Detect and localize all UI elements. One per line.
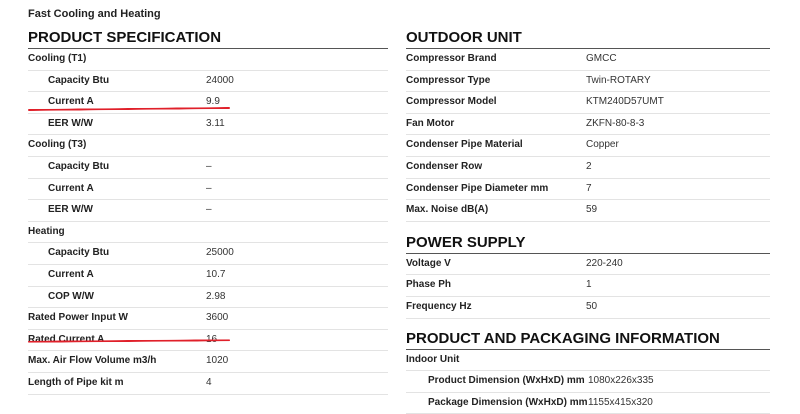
spec-row-cooling-t1-capacity: Capacity Btu 24000: [28, 71, 388, 93]
spec-value: –: [206, 204, 212, 216]
spec-label: COP W/W: [48, 290, 94, 302]
outdoor-row-max-noise: Max. Noise dB(A) 59: [406, 200, 770, 222]
spec-value: 220-240: [586, 257, 623, 269]
power-row-frequency: Frequency Hz 50: [406, 297, 770, 319]
spec-label: Condenser Row: [406, 160, 483, 172]
spec-value: 1080x226x335: [588, 375, 654, 387]
spec-value: 2.98: [206, 290, 226, 302]
section-title-product-specification: PRODUCT SPECIFICATION: [28, 24, 388, 49]
outdoor-row-condenser-pipe-diameter: Condenser Pipe Diameter mm 7: [406, 179, 770, 201]
spec-value: 3.11: [206, 117, 225, 129]
spec-label: Condenser Pipe Material: [406, 139, 523, 151]
outdoor-row-compressor-model: Compressor Model KTM240D57UMT: [406, 92, 770, 114]
right-column: OUTDOOR UNIT Compressor Brand GMCC Compre…: [406, 24, 770, 414]
spec-row-cooling-t3-capacity: Capacity Btu –: [28, 157, 388, 179]
spec-value: 1: [586, 279, 592, 291]
spec-value: KTM240D57UMT: [586, 96, 664, 108]
spec-value: –: [206, 182, 212, 194]
spec-value: Copper: [586, 139, 619, 151]
spec-label: Voltage V: [406, 257, 451, 269]
spec-label: Compressor Model: [406, 96, 497, 108]
spec-label: Compressor Brand: [406, 53, 497, 64]
packaging-row-product-dimension: Product Dimension (WxHxD) mm 1080x226x335: [406, 371, 770, 393]
spec-label: Current A: [48, 182, 94, 194]
outdoor-row-condenser-pipe-material: Condenser Pipe Material Copper: [406, 135, 770, 157]
spec-label: EER W/W: [48, 117, 93, 129]
spec-label: Compressor Type: [406, 74, 491, 86]
spec-value: 2: [586, 160, 592, 172]
spec-value: 10.7: [206, 268, 226, 280]
spec-label: EER W/W: [48, 204, 93, 216]
spec-row-cooling-t3-eer: EER W/W –: [28, 200, 388, 222]
spec-value: 3600: [206, 312, 229, 324]
spec-value: 25000: [206, 247, 234, 259]
spec-value: Twin-ROTARY: [586, 74, 651, 86]
spec-label: Product Dimension (WxHxD) mm: [428, 375, 585, 387]
spec-label: Indoor Unit: [406, 353, 460, 365]
spec-label: Frequency Hz: [406, 300, 472, 312]
spec-value: ZKFN-80-8-3: [586, 117, 645, 129]
spec-value: 9.9: [206, 96, 220, 108]
spec-row-heating-capacity: Capacity Btu 25000: [28, 243, 388, 265]
spec-row-cooling-t3-current: Current A –: [28, 179, 388, 201]
spec-row-max-air-flow: Max. Air Flow Volume m3/h 1020: [28, 351, 388, 373]
spec-value: 7: [586, 182, 592, 194]
spec-row-pipe-kit-length: Length of Pipe kit m 4: [28, 373, 388, 395]
spec-value: –: [206, 160, 212, 172]
spec-row-heating-current: Current A 10.7: [28, 265, 388, 287]
spec-label: Max. Air Flow Volume m3/h: [28, 355, 157, 367]
outdoor-row-fan-motor: Fan Motor ZKFN-80-8-3: [406, 114, 770, 136]
spec-label: Capacity Btu: [48, 160, 110, 172]
spec-label: Length of Pipe kit m: [28, 376, 124, 388]
spec-row-cooling-t1-current: Current A 9.9: [28, 92, 388, 114]
spec-label: Cooling (T1): [28, 53, 87, 64]
page-subtitle: Fast Cooling and Heating: [28, 8, 161, 20]
section-title-product-packaging: PRODUCT AND PACKAGING INFORMATION: [406, 325, 770, 350]
spec-label: Fan Motor: [406, 117, 455, 129]
spec-value: 1155x415x320: [588, 396, 653, 408]
spec-value: 4: [206, 376, 212, 388]
spec-row-cooling-t3: Cooling (T3): [28, 135, 388, 157]
power-row-voltage: Voltage V 220-240: [406, 254, 770, 276]
power-row-phase: Phase Ph 1: [406, 275, 770, 297]
spec-row-cooling-t1: Cooling (T1): [28, 49, 388, 71]
spec-value: GMCC: [586, 53, 617, 64]
spec-label: Phase Ph: [406, 279, 452, 291]
outdoor-row-compressor-brand: Compressor Brand GMCC: [406, 49, 770, 71]
spec-row-heating-cop: COP W/W 2.98: [28, 287, 388, 309]
spec-label: Package Dimension (WxHxD) mm: [428, 396, 588, 408]
outdoor-row-compressor-type: Compressor Type Twin-ROTARY: [406, 71, 770, 93]
section-title-outdoor-unit: OUTDOOR UNIT: [406, 24, 770, 49]
spec-label: Cooling (T3): [28, 139, 87, 151]
spec-value: 59: [586, 204, 598, 216]
packaging-row-package-dimension: Package Dimension (WxHxD) mm 1155x415x320: [406, 393, 770, 414]
packaging-row-indoor-unit: Indoor Unit: [406, 350, 770, 372]
spec-value: 50: [586, 300, 598, 312]
outdoor-row-condenser-row: Condenser Row 2: [406, 157, 770, 179]
spec-label: Capacity Btu: [48, 247, 110, 259]
spec-label: Rated Power Input W: [28, 312, 128, 324]
spec-value: 24000: [206, 74, 234, 86]
spec-row-rated-power-input: Rated Power Input W 3600: [28, 308, 388, 330]
spec-label: Capacity Btu: [48, 74, 110, 86]
spec-label: Condenser Pipe Diameter mm: [406, 182, 549, 194]
spec-label: Max. Noise dB(A): [406, 204, 489, 216]
spec-value: 1020: [206, 355, 229, 367]
spec-row-cooling-t1-eer: EER W/W 3.11: [28, 114, 388, 136]
section-title-power-supply: POWER SUPPLY: [406, 229, 770, 254]
spec-label: Heating: [28, 225, 65, 237]
spec-label: Current A: [48, 268, 94, 280]
spec-row-heating: Heating: [28, 222, 388, 244]
